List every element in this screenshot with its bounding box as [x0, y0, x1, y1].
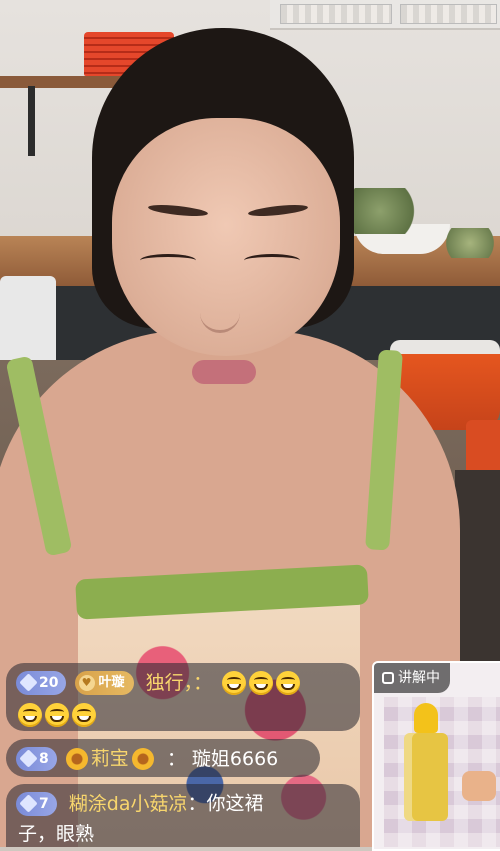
user-level: 7: [39, 795, 49, 812]
comment-message: ： 璇姐6666: [166, 747, 279, 770]
grinning-face-icon: [249, 670, 274, 695]
diamond-icon: [19, 673, 38, 692]
grinning-face-icon: [18, 702, 42, 727]
comment-message-continued: 子，眼熟: [18, 823, 95, 845]
diamond-icon: [19, 794, 38, 813]
user-level: 20: [39, 674, 59, 691]
user-level-badge: 20: [16, 670, 67, 695]
user-level: 8: [39, 750, 49, 767]
vegetables: [352, 188, 422, 234]
comment-username[interactable]: 莉宝: [91, 748, 129, 770]
live-comment[interactable]: 20 ♥ 叶璇 独行，：: [6, 663, 360, 731]
cart-icon: [382, 672, 394, 684]
comment-username[interactable]: 糊涂da小菇凉: [69, 793, 188, 815]
eye: [244, 254, 300, 267]
bottle-body: [404, 733, 448, 821]
grinning-face-icon: [222, 670, 247, 695]
fan-club-name: 叶璇: [98, 674, 125, 690]
diamond-icon: [19, 749, 38, 768]
comment-line: 7 糊涂da小菇凉：你这裙: [16, 788, 346, 819]
user-level-badge: 8: [16, 746, 57, 771]
explaining-tag: 讲解中: [374, 663, 450, 693]
emoji-row: [16, 699, 346, 729]
fan-club-badge: ♥ 叶璇: [74, 670, 134, 695]
dish-rack: [270, 0, 500, 30]
product-explain-card[interactable]: 讲解中: [372, 661, 500, 851]
live-comment[interactable]: 8 莉宝 ： 璇姐6666: [6, 739, 320, 777]
sunflower-icon: [131, 747, 154, 770]
bottle-cap: [414, 703, 438, 733]
product-item: [462, 771, 496, 801]
explaining-label: 讲解中: [398, 670, 440, 686]
grinning-face-icon: [45, 702, 69, 727]
shelf-bracket: [28, 86, 35, 156]
grinning-face-icon: [276, 670, 301, 695]
vegetables: [440, 228, 500, 258]
comment-line: 子，眼熟: [16, 819, 346, 850]
live-comment[interactable]: 7 糊涂da小菇凉：你这裙 子，眼熟: [6, 784, 360, 847]
heart-icon: ♥: [78, 674, 95, 691]
user-level-badge: 7: [16, 791, 57, 816]
comment-username[interactable]: 独行，：: [146, 672, 213, 694]
comment-message: ：你这裙: [187, 792, 264, 815]
emoji-row: [222, 670, 303, 695]
eye: [140, 254, 196, 267]
grinning-face-icon: [72, 702, 96, 727]
sunflower-icon: [65, 747, 88, 770]
product-bottle: [404, 703, 448, 823]
comment-line: 20 ♥ 叶璇 独行，：: [16, 667, 346, 697]
lips: [192, 360, 256, 384]
